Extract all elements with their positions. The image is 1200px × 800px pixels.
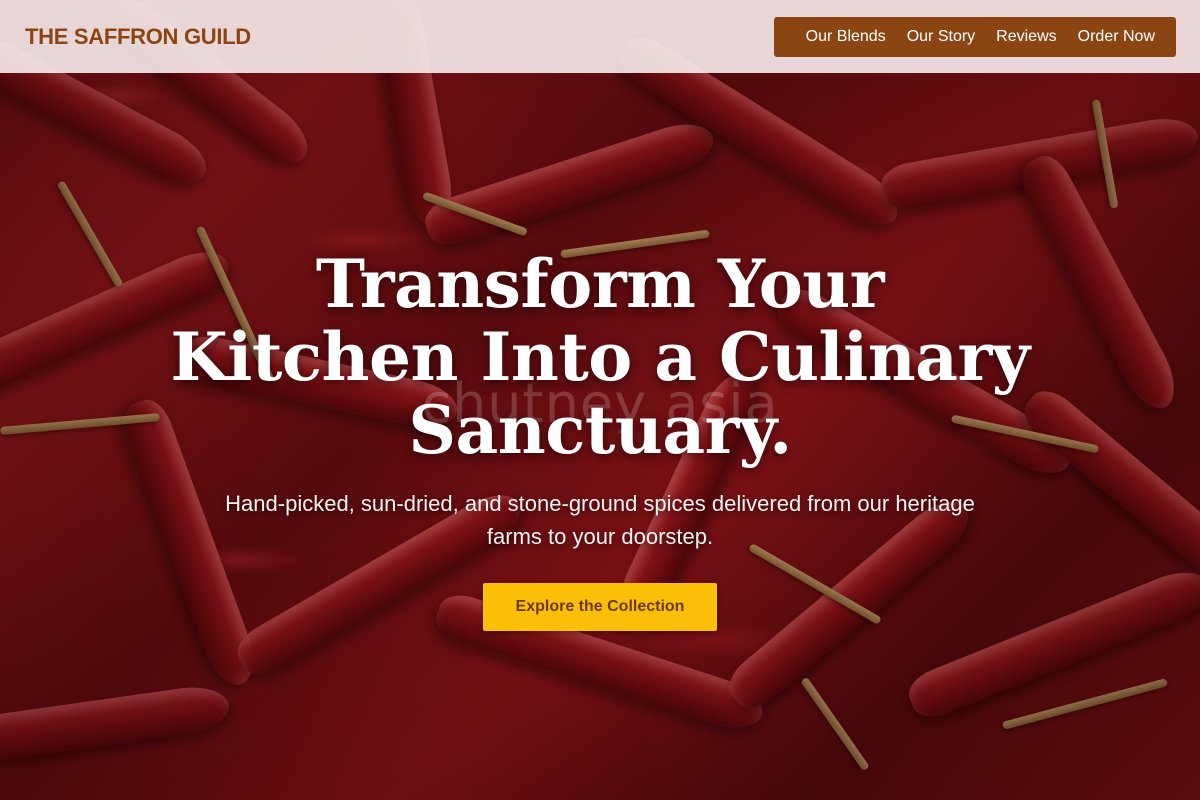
hero-title: Transform Your Kitchen Into a Culinary S…: [170, 245, 1030, 469]
nav-link-reviews[interactable]: Reviews: [996, 28, 1056, 46]
main-nav: Our Blends Our Story Reviews Order Now: [773, 16, 1176, 57]
site-header: THE SAFFRON GUILD Our Blends Our Story R…: [0, 0, 1200, 73]
nav-link-our-story[interactable]: Our Story: [907, 28, 975, 46]
nav-link-our-blends[interactable]: Our Blends: [806, 28, 886, 46]
explore-collection-button[interactable]: Explore the Collection: [483, 583, 717, 631]
nav-link-order-now[interactable]: Order Now: [1078, 28, 1155, 46]
brand-logo[interactable]: THE SAFFRON GUILD: [25, 24, 251, 50]
hero-subtitle: Hand-picked, sun-dried, and stone-ground…: [225, 491, 975, 549]
hero-section: Transform Your Kitchen Into a Culinary S…: [0, 248, 1200, 631]
